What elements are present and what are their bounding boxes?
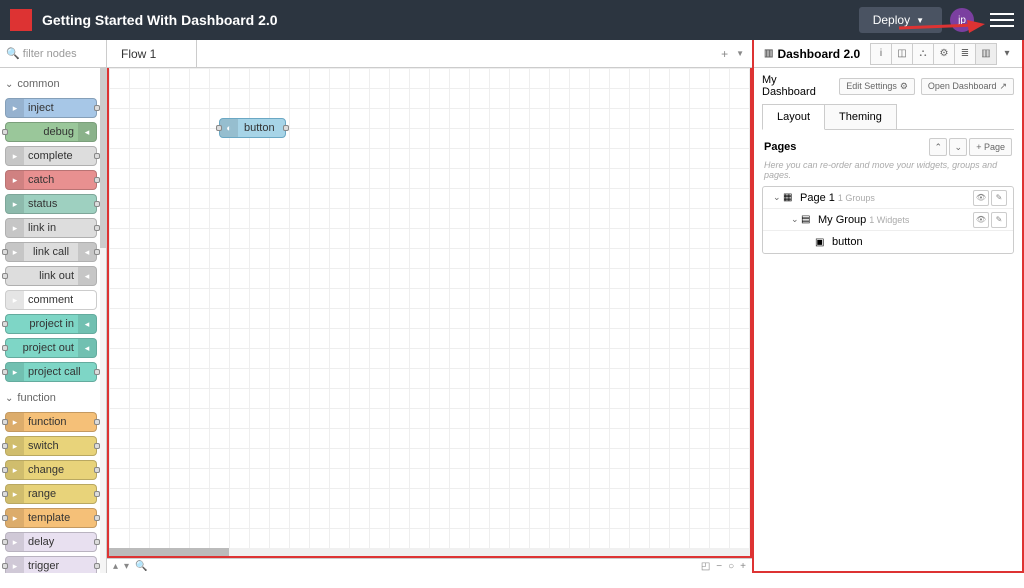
palette-node-template[interactable]: ▸template	[5, 508, 97, 528]
app-title: Getting Started With Dashboard 2.0	[42, 12, 859, 28]
dashboard-title: My Dashboard	[762, 74, 833, 98]
canvas-node-button[interactable]: ◐ button	[219, 118, 286, 138]
layout-tree: ⌄▦ Page 1 1 Groups 👁 ✎ ⌄▤ My Group 1 Wid…	[762, 186, 1014, 254]
palette-node-range[interactable]: ▸range	[5, 484, 97, 504]
category-common[interactable]: common	[3, 72, 103, 94]
footer-down-icon[interactable]: ▾	[124, 561, 129, 572]
sidebar: ▥Dashboard 2.0 i ◫ ⛬ ⚙ ≣ ▥ ▾ My Dashboar…	[752, 40, 1024, 573]
dashboard-tab-icon[interactable]: ▥	[975, 43, 997, 65]
palette-node-change[interactable]: ▸change	[5, 460, 97, 480]
flow-tabs: Flow 1 + ▼	[107, 40, 752, 68]
app-header: Getting Started With Dashboard 2.0 Deplo…	[0, 0, 1024, 40]
sidebar-menu-icon[interactable]: ▾	[996, 43, 1018, 65]
config-tab-icon[interactable]: ⚙	[933, 43, 955, 65]
footer-navigator-icon[interactable]: ◰	[701, 561, 710, 572]
add-page-button[interactable]: + Page	[969, 138, 1012, 156]
tree-widget[interactable]: ▣ button	[763, 231, 1013, 253]
palette-scrollbar[interactable]	[100, 68, 106, 573]
zoom-out-icon[interactable]: −	[716, 561, 722, 572]
theming-tab[interactable]: Theming	[824, 104, 897, 129]
palette-node-project-in[interactable]: project in◂	[5, 314, 97, 334]
page-visibility-icon[interactable]: 👁	[973, 190, 989, 206]
collapse-all-icon[interactable]: ⌃	[929, 138, 947, 156]
open-dashboard-button[interactable]: Open Dashboard ↗	[921, 78, 1014, 95]
pages-label: Pages	[764, 141, 927, 153]
page-edit-icon[interactable]: ✎	[991, 190, 1007, 206]
zoom-reset-icon[interactable]: ○	[728, 561, 734, 572]
info-tab-icon[interactable]: i	[870, 43, 892, 65]
flow-tab[interactable]: Flow 1	[107, 40, 197, 67]
palette-node-inject[interactable]: ▸inject	[5, 98, 97, 118]
context-tab-icon[interactable]: ≣	[954, 43, 976, 65]
app-logo	[10, 9, 32, 31]
debug-tab-icon[interactable]: ⛬	[912, 43, 934, 65]
palette-node-link-in[interactable]: ▸link in	[5, 218, 97, 238]
add-tab-icon[interactable]: +	[721, 47, 728, 61]
sidebar-panel-title: ▥Dashboard 2.0	[758, 47, 871, 61]
canvas-hscroll[interactable]	[109, 548, 750, 556]
node-palette: 🔍 filter nodes common ▸inject debug◂ ▸compl…	[0, 40, 107, 573]
footer-up-icon[interactable]: ▴	[113, 561, 118, 572]
flow-canvas[interactable]: ◐ button	[107, 68, 752, 558]
tree-group[interactable]: ⌄▤ My Group 1 Widgets 👁 ✎	[763, 209, 1013, 231]
palette-node-link-call[interactable]: ▸link call◂	[5, 242, 97, 262]
palette-node-link-out[interactable]: link out◂	[5, 266, 97, 286]
expand-all-icon[interactable]: ⌄	[949, 138, 967, 156]
group-edit-icon[interactable]: ✎	[991, 212, 1007, 228]
palette-node-delay[interactable]: ▸delay	[5, 532, 97, 552]
palette-node-complete[interactable]: ▸complete	[5, 146, 97, 166]
workspace-footer: ▴ ▾ 🔍 ◰ − ○ +	[107, 558, 752, 573]
user-avatar[interactable]: jp	[950, 8, 974, 32]
palette-node-project-call[interactable]: ▸project call	[5, 362, 97, 382]
palette-node-project-out[interactable]: project out◂	[5, 338, 97, 358]
help-tab-icon[interactable]: ◫	[891, 43, 913, 65]
tab-menu-icon[interactable]: ▼	[736, 49, 744, 58]
layout-hint: Here you can re-order and move your widg…	[754, 158, 1022, 180]
zoom-in-icon[interactable]: +	[740, 561, 746, 572]
palette-node-catch[interactable]: ▸catch	[5, 170, 97, 190]
filter-nodes-input[interactable]: 🔍 filter nodes	[0, 40, 106, 68]
palette-node-trigger[interactable]: ▸trigger	[5, 556, 97, 573]
hamburger-menu-icon[interactable]	[990, 8, 1014, 32]
edit-settings-button[interactable]: Edit Settings ⚙	[839, 78, 915, 95]
palette-node-status[interactable]: ▸status	[5, 194, 97, 214]
palette-node-switch[interactable]: ▸switch	[5, 436, 97, 456]
palette-node-function[interactable]: ▸function	[5, 412, 97, 432]
workspace: Flow 1 + ▼ ◐ button ▴ ▾ 🔍 ◰ − ○ +	[107, 40, 752, 573]
palette-node-debug[interactable]: debug◂	[5, 122, 97, 142]
category-function[interactable]: function	[3, 386, 103, 408]
deploy-button[interactable]: Deploy ▼	[859, 7, 942, 33]
palette-node-comment[interactable]: ▸comment	[5, 290, 97, 310]
layout-tab[interactable]: Layout	[762, 104, 825, 130]
footer-search-icon[interactable]: 🔍	[135, 561, 147, 572]
tree-page[interactable]: ⌄▦ Page 1 1 Groups 👁 ✎	[763, 187, 1013, 209]
group-visibility-icon[interactable]: 👁	[973, 212, 989, 228]
